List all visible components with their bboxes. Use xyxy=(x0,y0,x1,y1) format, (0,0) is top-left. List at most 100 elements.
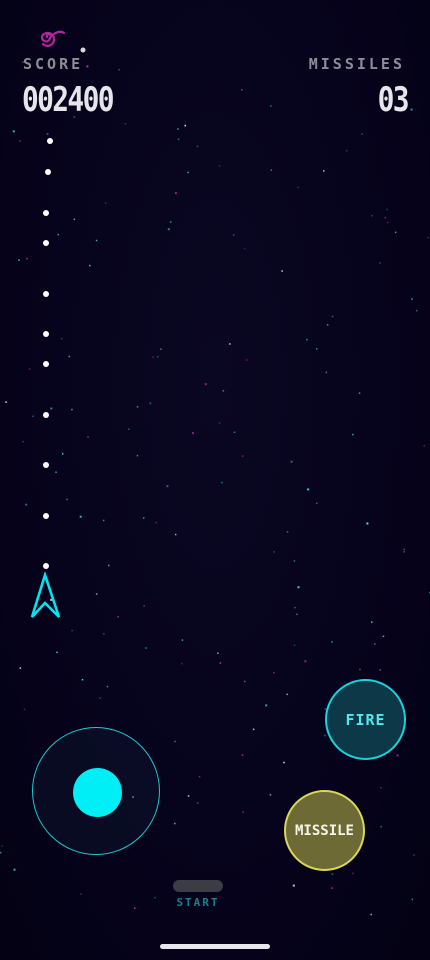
star xyxy=(371,621,373,623)
star xyxy=(50,407,53,410)
star xyxy=(149,402,152,405)
star xyxy=(196,802,199,804)
star xyxy=(386,208,388,211)
star xyxy=(396,754,399,757)
star xyxy=(56,651,58,654)
star xyxy=(361,133,363,135)
star xyxy=(177,128,179,130)
star xyxy=(244,680,246,683)
joystick-knob[interactable] xyxy=(73,768,122,817)
star xyxy=(346,150,348,152)
star xyxy=(73,218,76,221)
star xyxy=(46,133,49,135)
star xyxy=(293,560,296,562)
star xyxy=(380,825,382,828)
star xyxy=(71,629,73,632)
star xyxy=(297,186,299,189)
home-indicator xyxy=(160,944,270,949)
star xyxy=(19,140,21,142)
star xyxy=(167,228,170,231)
star xyxy=(196,145,199,148)
star xyxy=(174,533,177,536)
star xyxy=(379,262,381,264)
star xyxy=(331,315,334,318)
star xyxy=(136,406,139,408)
star xyxy=(410,108,413,111)
star xyxy=(281,270,283,272)
star xyxy=(229,343,231,345)
star xyxy=(413,854,415,856)
star xyxy=(217,652,219,654)
star xyxy=(55,471,57,473)
star xyxy=(181,639,184,641)
star xyxy=(283,761,285,764)
star xyxy=(143,517,145,519)
star xyxy=(384,216,387,219)
start-button[interactable] xyxy=(173,880,223,892)
game-screen: SCORE 002400 MISSILES 03 FIRE MISSILE ST… xyxy=(0,0,430,960)
star xyxy=(293,644,296,646)
star xyxy=(352,872,354,875)
star xyxy=(95,593,98,595)
star xyxy=(174,740,176,743)
star xyxy=(218,422,221,424)
star xyxy=(252,728,255,731)
star xyxy=(269,794,272,796)
star xyxy=(86,65,89,68)
star xyxy=(87,436,89,438)
joystick-base[interactable] xyxy=(32,727,160,855)
star xyxy=(380,786,382,789)
star xyxy=(25,503,28,506)
star xyxy=(270,105,272,107)
star xyxy=(155,521,158,524)
missiles-count: 03 xyxy=(377,80,410,120)
star xyxy=(145,647,147,649)
missiles-label: MISSILES xyxy=(308,55,405,73)
star xyxy=(99,697,101,699)
star xyxy=(12,130,15,133)
star xyxy=(270,169,272,171)
star xyxy=(57,233,59,236)
star xyxy=(169,221,172,223)
star xyxy=(181,662,183,665)
star xyxy=(387,221,389,224)
star xyxy=(331,873,334,875)
star xyxy=(359,668,361,671)
star xyxy=(316,502,318,505)
star xyxy=(292,884,295,887)
star xyxy=(152,356,154,358)
star xyxy=(80,893,82,895)
star xyxy=(394,231,397,234)
star xyxy=(174,192,177,195)
fire-button[interactable]: FIRE xyxy=(325,679,406,760)
star xyxy=(143,605,145,607)
ship-arrow-icon xyxy=(30,572,61,618)
star xyxy=(307,488,310,491)
star xyxy=(102,519,105,522)
star xyxy=(374,643,376,645)
star xyxy=(382,635,385,638)
star xyxy=(32,415,34,417)
star xyxy=(0,851,2,854)
star xyxy=(411,898,414,901)
star xyxy=(204,383,207,386)
star xyxy=(89,264,91,267)
star xyxy=(221,481,223,484)
star xyxy=(242,811,244,813)
star xyxy=(184,124,186,127)
star xyxy=(154,896,156,899)
missile-button[interactable]: MISSILE xyxy=(284,790,365,871)
star xyxy=(331,641,333,643)
star xyxy=(23,708,26,711)
star xyxy=(60,337,63,340)
star xyxy=(294,606,296,609)
star xyxy=(134,907,136,909)
star xyxy=(241,455,244,457)
star xyxy=(297,586,300,589)
star xyxy=(160,348,162,350)
star xyxy=(233,431,236,433)
spiral-icon xyxy=(41,30,65,47)
star xyxy=(106,685,109,688)
star xyxy=(1,845,3,847)
star xyxy=(273,671,275,674)
